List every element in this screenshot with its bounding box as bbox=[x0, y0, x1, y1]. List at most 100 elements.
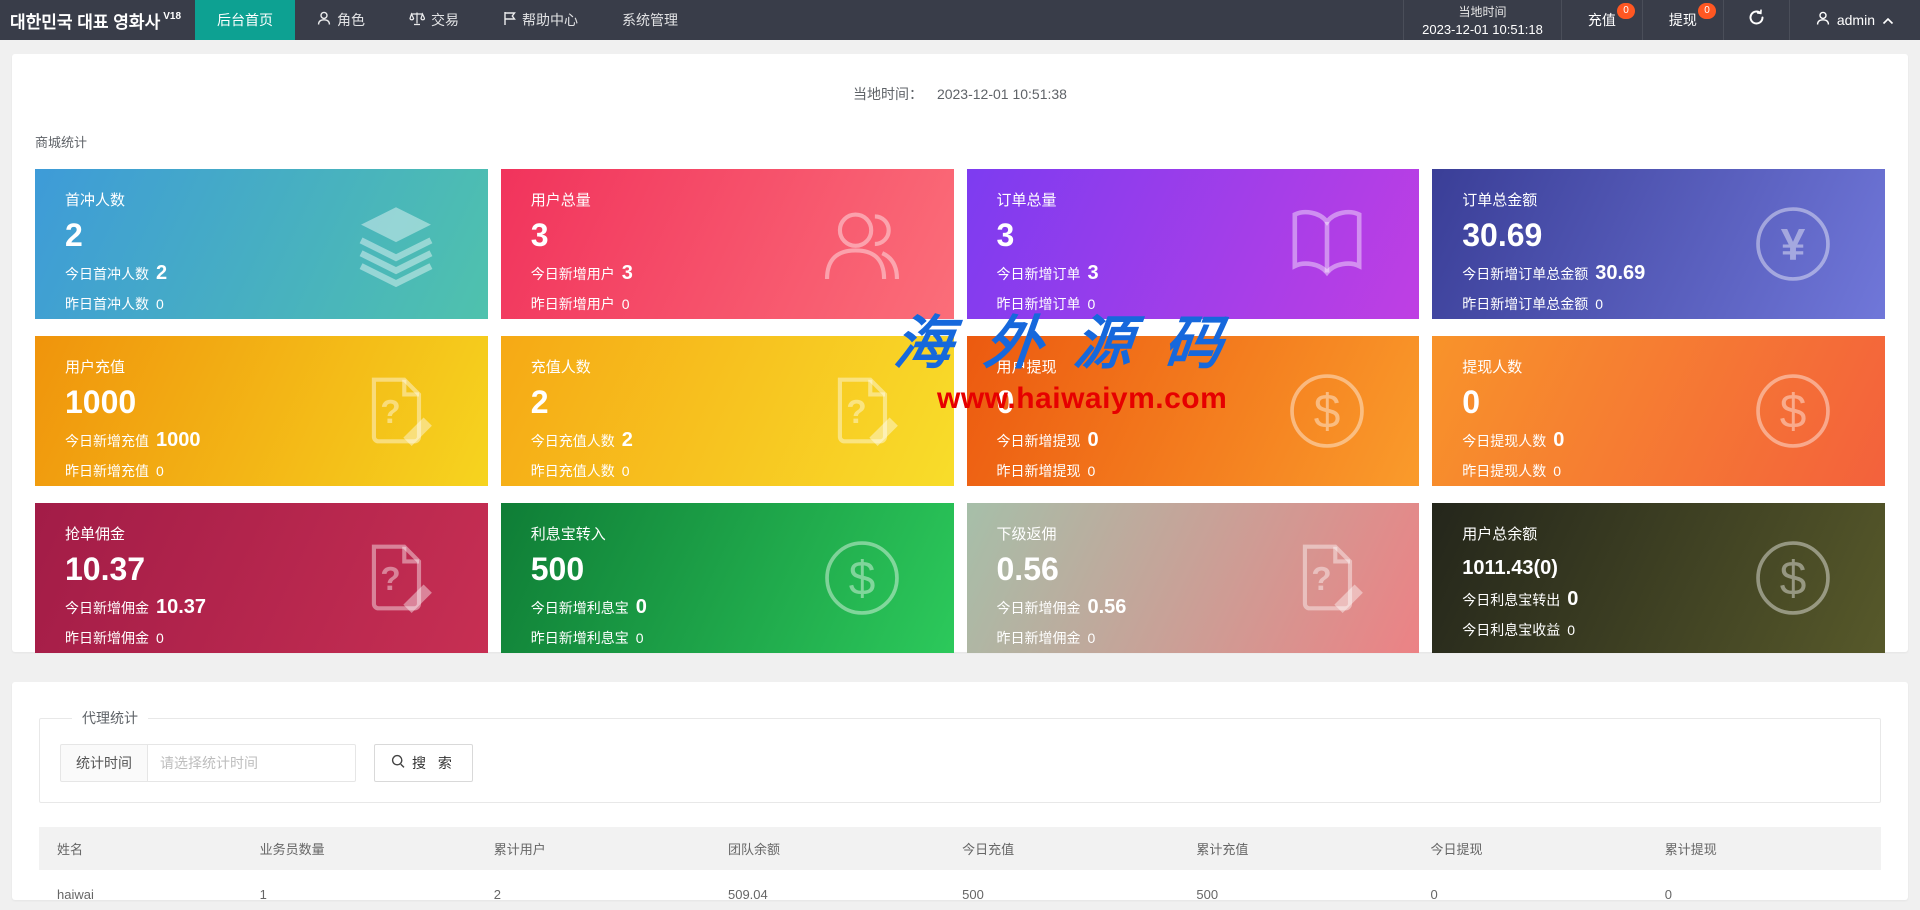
stat-card: 订单总量 3 今日新增订单 3 昨日新增订单 0 bbox=[966, 169, 1420, 319]
brand-title: 대한민국 대표 영화사 V18 bbox=[0, 0, 195, 40]
doc-question-icon: ? bbox=[816, 365, 908, 457]
stat-card-today-label: 今日新增用户 bbox=[530, 265, 615, 282]
stat-card-yesterday-line: 昨日新增佣金 0 bbox=[997, 628, 1420, 648]
stat-card-yesterday-label: 昨日新增订单 bbox=[996, 295, 1081, 312]
stat-card-yesterday-value: 0 bbox=[621, 295, 630, 312]
top-header: 대한민국 대표 영화사 V18 后台首页 角色 交易 帮助中心 系统管理 当地时… bbox=[0, 0, 1920, 40]
table-cell: 1 bbox=[241, 870, 476, 900]
stat-card-today-label: 今日新增利息宝 bbox=[530, 599, 629, 616]
stat-card: 订单总金额 30.69 今日新增订单总金额 30.69 昨日新增订单总金额 0 ¥ bbox=[1432, 169, 1885, 319]
stat-cards-grid: 首冲人数 2 今日首冲人数 2 昨日首冲人数 0 用户总量 3 今日新增用户 3 昨日… bbox=[35, 169, 1885, 653]
table-cell: 0 bbox=[1646, 870, 1881, 900]
stat-card-yesterday-line: 昨日新增充值 0 bbox=[65, 461, 488, 481]
svg-text:$: $ bbox=[848, 553, 875, 606]
stat-card: 用户总量 3 今日新增用户 3 昨日新增用户 0 bbox=[500, 169, 954, 319]
table-header-cell: 今日提现 bbox=[1412, 827, 1647, 870]
svg-text:$: $ bbox=[1780, 553, 1807, 606]
table-header-cell: 姓名 bbox=[39, 827, 242, 870]
refresh-icon bbox=[1748, 9, 1765, 31]
agent-panel: 代理统计 统计时间 搜 索 姓名业务员数量累计用户团队余额今日充值累计充值今日提… bbox=[12, 682, 1908, 900]
recharge-badge: 0 bbox=[1617, 3, 1635, 19]
nav-item-roles[interactable]: 角色 bbox=[295, 0, 387, 40]
stat-card-yesterday-value: 0 bbox=[156, 629, 164, 646]
nav-item-trade[interactable]: 交易 bbox=[387, 0, 481, 40]
table-cell: haiwai bbox=[39, 870, 242, 900]
stat-card-today-label: 今日新增充值 bbox=[65, 432, 149, 449]
withdraw-button[interactable]: 提现 0 bbox=[1641, 0, 1723, 40]
doc-question-icon: ? bbox=[350, 365, 442, 457]
stat-card-today-value: 1000 bbox=[156, 428, 201, 451]
stat-card: 下级返佣 0.56 今日新增佣金 0.56 昨日新增佣金 0 ? bbox=[966, 503, 1420, 653]
brand-version: V18 bbox=[163, 10, 182, 22]
stat-card-yesterday-line: 昨日新增利息宝 0 bbox=[531, 628, 954, 648]
header-local-time: 当地时间 2023-12-01 10:51:18 bbox=[1403, 0, 1561, 40]
nav-label: 帮助中心 bbox=[522, 12, 579, 28]
stat-card-yesterday-value: 0 bbox=[156, 462, 164, 479]
stat-card-today-label: 今日新增提现 bbox=[996, 432, 1081, 449]
withdraw-label: 提现 bbox=[1668, 12, 1697, 28]
table-header-cell: 今日充值 bbox=[944, 827, 1179, 870]
stat-card-today-label: 今日首冲人数 bbox=[65, 265, 149, 282]
nav-label: 角色 bbox=[337, 12, 366, 28]
stat-card-yesterday-line: 昨日提现人数 0 bbox=[1462, 461, 1885, 481]
flag-icon bbox=[503, 11, 516, 29]
admin-menu[interactable]: admin bbox=[1788, 0, 1920, 40]
stat-card-yesterday-line: 昨日新增佣金 0 bbox=[65, 628, 488, 648]
svg-text:¥: ¥ bbox=[1781, 221, 1806, 270]
stat-card-today-value: 0 bbox=[635, 595, 647, 618]
stat-card-yesterday-value: 0 bbox=[635, 629, 644, 646]
nav-label: 交易 bbox=[431, 12, 460, 28]
stat-card-yesterday-line: 昨日新增用户 0 bbox=[531, 294, 954, 314]
stat-card-yesterday-line: 昨日充值人数 0 bbox=[531, 461, 954, 481]
local-time-label: 当地时间 bbox=[1458, 5, 1507, 19]
stats-panel: 当地时间： 2023-12-01 10:51:38 商城统计 首冲人数 2 今日… bbox=[12, 54, 1908, 653]
stat-card-today-value: 2 bbox=[156, 261, 168, 284]
recharge-button[interactable]: 充值 0 bbox=[1560, 0, 1642, 40]
table-row: haiwai 1 2 509.04 500 500 0 0 bbox=[39, 870, 1881, 900]
table-body: haiwai 1 2 509.04 500 500 0 0 bbox=[39, 870, 1881, 900]
stat-card: 提现人数 0 今日提现人数 0 昨日提现人数 0 $ bbox=[1432, 336, 1885, 486]
stat-card-today-value: 30.69 bbox=[1595, 261, 1646, 284]
stat-card-today-value: 0.56 bbox=[1087, 595, 1127, 618]
table-cell: 509.04 bbox=[709, 870, 945, 900]
stat-card: 用户提现 0 今日新增提现 0 昨日新增提现 0 $ bbox=[966, 336, 1420, 486]
scale-icon bbox=[409, 11, 426, 29]
stat-card-yesterday-label: 昨日首冲人数 bbox=[65, 295, 149, 312]
table-header-cell: 业务员数量 bbox=[241, 827, 476, 870]
stat-card-yesterday-value: 0 bbox=[1087, 629, 1096, 646]
stat-card-yesterday-label: 昨日新增提现 bbox=[996, 462, 1081, 479]
stat-card-yesterday-line: 昨日首冲人数 0 bbox=[65, 294, 488, 314]
stat-card: 利息宝转入 500 今日新增利息宝 0 昨日新增利息宝 0 $ bbox=[500, 503, 954, 653]
stat-card-today-label: 今日利息宝转出 bbox=[1462, 592, 1561, 608]
stat-card-today-value: 0 bbox=[1087, 428, 1099, 451]
user-icon bbox=[1816, 11, 1830, 29]
dollar-icon: $ bbox=[1281, 365, 1373, 457]
nav-item-help[interactable]: 帮助中心 bbox=[481, 0, 600, 40]
refresh-button[interactable] bbox=[1722, 0, 1789, 40]
stat-card-yesterday-label: 昨日新增利息宝 bbox=[530, 629, 629, 646]
local-time-line-label: 当地时间： bbox=[853, 86, 924, 102]
recharge-label: 充值 bbox=[1587, 12, 1616, 28]
stat-card-today-value: 10.37 bbox=[156, 595, 207, 618]
stat-card-today-label: 今日提现人数 bbox=[1462, 432, 1547, 449]
nav-item-system[interactable]: 系统管理 bbox=[600, 0, 700, 40]
svg-text:?: ? bbox=[846, 394, 866, 431]
stat-time-input[interactable] bbox=[148, 744, 356, 782]
stat-card-yesterday-value: 0 bbox=[1553, 462, 1562, 479]
table-header-cell: 累计充值 bbox=[1178, 827, 1413, 870]
nav-item-dashboard[interactable]: 后台首页 bbox=[195, 0, 296, 40]
stat-card-yesterday-line: 昨日新增订单总金额 0 bbox=[1462, 294, 1885, 314]
filter-row: 统计时间 搜 索 bbox=[60, 744, 1860, 782]
table-cell: 0 bbox=[1412, 870, 1647, 900]
stat-card-yesterday-value: 0 bbox=[621, 462, 630, 479]
stat-card: 抢单佣金 10.37 今日新增佣金 10.37 昨日新增佣金 0 ? bbox=[35, 503, 488, 653]
doc-question-icon: ? bbox=[350, 532, 442, 624]
stat-card-yesterday-label: 昨日新增订单总金额 bbox=[1462, 295, 1589, 312]
stat-card-yesterday-label: 昨日新增用户 bbox=[530, 295, 615, 312]
stat-card-today-label: 今日充值人数 bbox=[530, 432, 615, 449]
stat-card: 首冲人数 2 今日首冲人数 2 昨日首冲人数 0 bbox=[35, 169, 488, 319]
local-time-line: 当地时间： 2023-12-01 10:51:38 bbox=[12, 54, 1908, 104]
stat-card-today-value: 0 bbox=[1553, 428, 1565, 451]
stat-card-yesterday-label: 昨日新增佣金 bbox=[65, 629, 149, 646]
search-button[interactable]: 搜 索 bbox=[374, 744, 473, 782]
